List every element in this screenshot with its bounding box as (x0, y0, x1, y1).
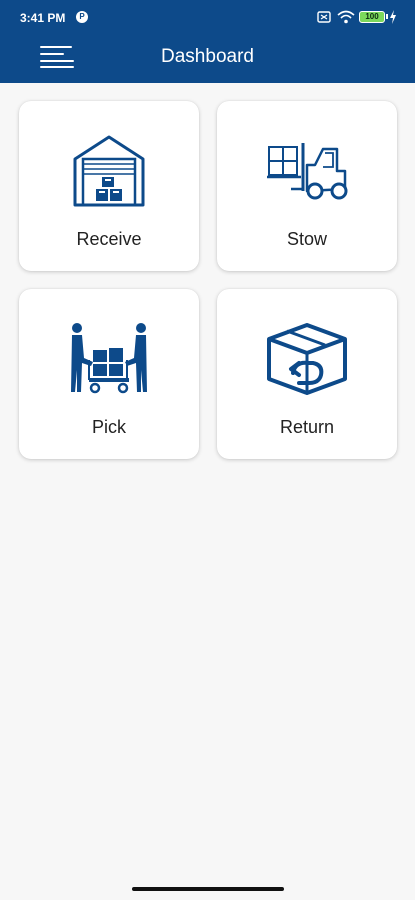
pick-label: Pick (91, 417, 126, 437)
stow-tile[interactable]: Stow (217, 101, 397, 271)
return-label: Return (279, 417, 335, 437)
box-return-icon (217, 317, 397, 401)
wifi-icon (337, 10, 355, 24)
charging-bolt-icon (390, 10, 396, 24)
cart-handoff-icon (19, 317, 199, 401)
status-time: 3:41 PM (20, 11, 66, 25)
pick-tile[interactable]: Pick (19, 289, 199, 459)
home-indicator[interactable] (132, 887, 284, 891)
battery-terminal (386, 14, 388, 19)
app-header: 3:41 PM P 100 Dashboard (0, 0, 415, 83)
return-tile[interactable]: Return (217, 289, 397, 459)
dashboard-grid: Receive Stow Pick Return (19, 101, 397, 459)
receive-label: Receive (76, 229, 142, 249)
warehouse-icon (19, 129, 199, 213)
battery-icon: 100 (359, 11, 385, 23)
app-notification-icon: P (76, 11, 88, 23)
status-icons: 100 (287, 10, 397, 24)
stow-label: Stow (286, 229, 328, 249)
sim-card-icon (317, 11, 331, 23)
status-bar: 3:41 PM P 100 (0, 0, 415, 34)
forklift-icon (217, 129, 397, 213)
receive-tile[interactable]: Receive (19, 101, 199, 271)
page-title: Dashboard (161, 46, 254, 67)
